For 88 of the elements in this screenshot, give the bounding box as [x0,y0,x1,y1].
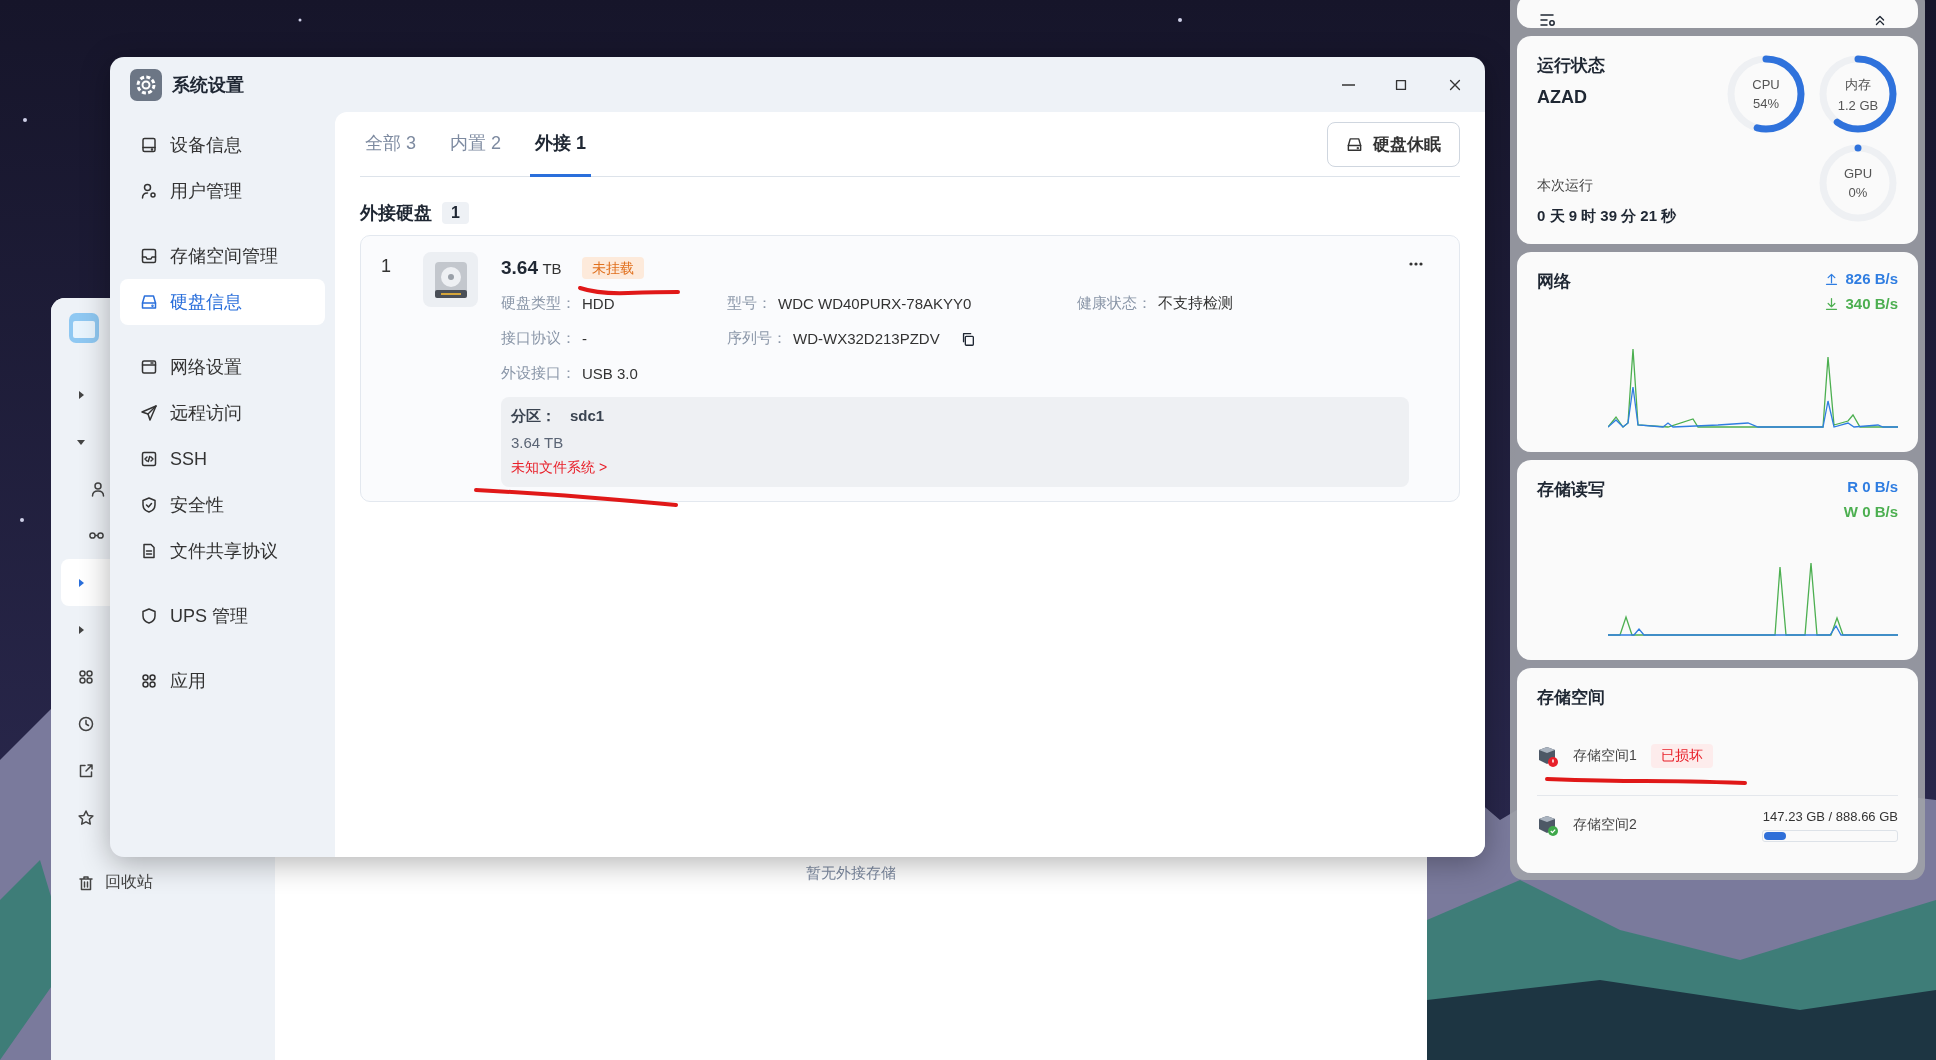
document-icon [140,542,158,560]
gauge-value: 1.2 GB [1837,97,1879,113]
uptime-label: 本次运行 [1537,177,1594,195]
field-label: 外设接口： [501,364,576,383]
window-icon [140,358,158,376]
star-icon [77,808,95,827]
empty-message: 暂无外接存储 [806,864,896,883]
card-title: 存储读写 [1537,479,1605,501]
send-icon [140,404,158,422]
sidebar-item[interactable]: 设备信息 [120,122,325,168]
disk-index: 1 [381,255,392,278]
partition-label: 分区： [511,407,556,426]
storage-name[interactable]: 存储空间1 [1573,747,1637,765]
card-title: 运行状态 [1537,55,1606,77]
nav-item[interactable]: 回收站 [61,859,265,906]
user-settings-icon [140,182,158,200]
link-icon [89,532,104,539]
storage-name[interactable]: 存储空间2 [1573,816,1637,834]
download-icon [1824,296,1840,311]
gauge-label: CPU [1752,77,1780,92]
rate-value: 340 B/s [1845,295,1898,312]
gauge-value: 0% [1848,185,1868,200]
gear-icon [130,68,162,101]
field-value: - [582,330,587,347]
field-label: 健康状态： [1077,294,1152,313]
drive-icon [1346,135,1363,153]
tab[interactable]: 全部 3 [360,112,421,177]
field-value: WDC WD40PURX-78AKYY0 [778,295,972,312]
host-name: AZAD [1537,87,1588,108]
folder-icon [68,312,100,344]
window-title: 系统设置 [172,73,244,97]
gauge-label: GPU [1843,166,1873,181]
more-icon[interactable] [1409,262,1423,266]
card-title: 网络 [1537,271,1571,293]
sidebar-item[interactable]: UPS 管理 [120,593,325,639]
share-icon [77,761,95,780]
clock-icon [77,714,95,733]
trash-icon [77,873,95,892]
usage-text: 147.23 GB / 888.66 GB [1762,808,1898,824]
cube-ok-icon [1537,814,1559,836]
sidebar-item[interactable]: 存储空间管理 [120,233,325,279]
user-icon [89,479,107,498]
sleep-button[interactable]: 硬盘休眠 [1327,121,1460,167]
gauge-value: 54% [1753,96,1779,111]
sidebar-item[interactable]: 应用 [120,658,325,704]
apps-icon [77,667,95,686]
rate-value: W 0 B/s [1843,503,1898,520]
size-unit: TB [542,260,562,277]
code-icon [140,450,158,468]
cube-error-icon [1537,745,1559,767]
section-title: 外接硬盘 [360,202,432,225]
field-label: 硬盘类型： [501,294,576,313]
sidebar-item[interactable]: 硬盘信息 [120,279,325,325]
field-value: HDD [582,295,615,312]
count-badge: 1 [442,202,469,224]
device-icon [140,136,158,154]
rate-value: 826 B/s [1845,270,1898,287]
tab[interactable]: 内置 2 [445,112,507,177]
tray-icon [140,247,158,265]
sidebar-item[interactable]: 安全性 [120,482,325,528]
filesystem-link[interactable]: 未知文件系统 > [511,459,608,477]
field-value: 不支持检测 [1158,294,1233,313]
field-value: WD-WX32D213PZDV [793,330,940,347]
shield-check-icon [140,496,158,514]
uptime-value: 0 天 9 时 39 分 21 秒 [1537,207,1677,226]
partition-size: 3.64 TB [511,434,565,451]
sidebar-item[interactable]: 用户管理 [120,168,325,214]
upload-icon [1824,271,1840,286]
field-label: 接口协议： [501,329,576,348]
apps-icon [140,672,158,690]
minimize-icon[interactable] [1342,83,1355,86]
sidebar-item[interactable]: 远程访问 [120,390,325,436]
tab[interactable]: 外接 1 [530,112,592,177]
shield-icon [140,607,158,625]
gauge-label: 内存 [1845,75,1871,94]
sidebar-item[interactable]: 文件共享协议 [120,528,325,574]
sidebar-item[interactable]: SSH [120,436,325,482]
sidebar-item[interactable]: 网络设置 [120,344,325,390]
disk-size: 3.64 [501,257,538,278]
card-title: 存储空间 [1537,688,1605,707]
drive-icon [140,293,158,311]
field-label: 序列号： [727,329,787,348]
field-value: USB 3.0 [582,365,638,382]
partition-name: sdc1 [570,407,605,426]
field-label: 型号： [727,294,772,313]
status-badge: 未挂载 [581,256,644,279]
rate-value: R 0 B/s [1847,478,1898,495]
status-badge: 已损坏 [1650,744,1713,768]
